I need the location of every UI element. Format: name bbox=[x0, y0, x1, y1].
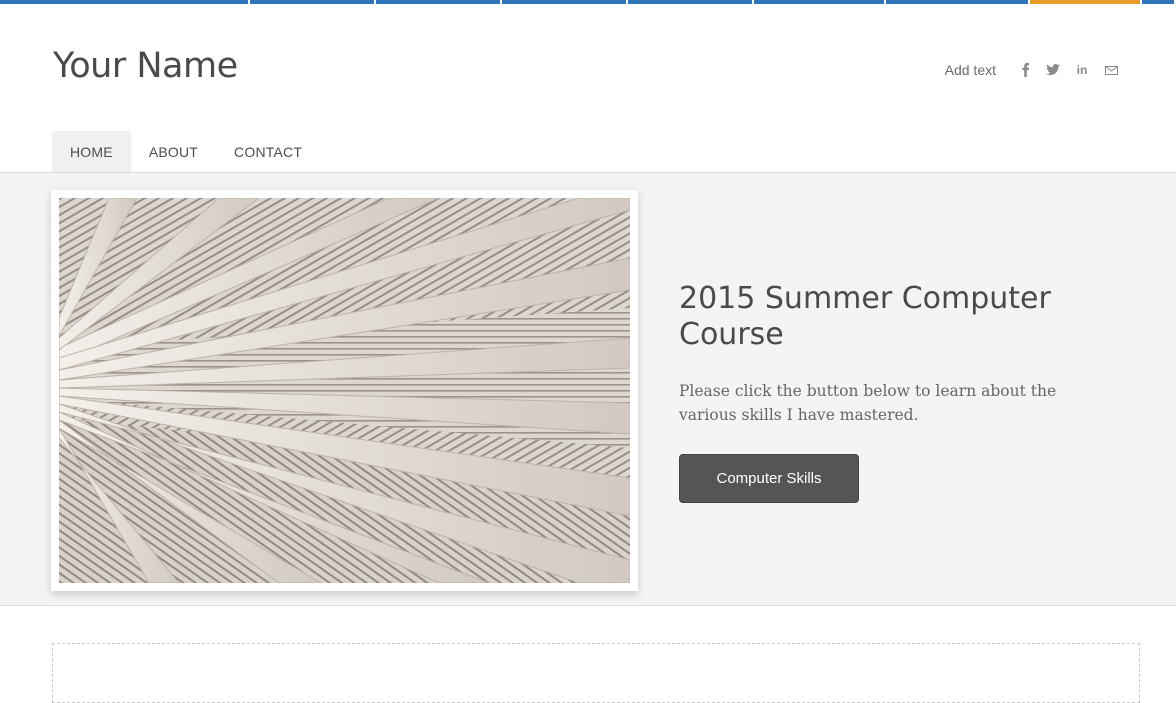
top-bar-segment bbox=[376, 0, 502, 4]
top-bar-segment bbox=[1142, 0, 1176, 4]
facebook-icon[interactable] bbox=[1018, 63, 1032, 77]
top-bar-segment bbox=[628, 0, 754, 4]
hero-image-frame bbox=[51, 190, 638, 591]
hero-image[interactable] bbox=[59, 198, 630, 583]
top-bar-segment bbox=[754, 0, 886, 4]
top-bar-segment bbox=[502, 0, 628, 4]
twitter-icon[interactable] bbox=[1046, 63, 1060, 77]
email-icon[interactable] bbox=[1104, 63, 1118, 77]
top-color-bar bbox=[0, 0, 1176, 8]
nav-item-home[interactable]: HOME bbox=[52, 131, 131, 173]
hero-heading: 2015 Summer Computer Course bbox=[679, 281, 1051, 352]
top-bar-segment bbox=[886, 0, 1030, 4]
top-bar-segment bbox=[250, 0, 376, 4]
nav-item-contact[interactable]: CONTACT bbox=[216, 131, 320, 173]
top-bar-segment bbox=[0, 0, 250, 4]
linkedin-icon[interactable]: in bbox=[1074, 63, 1090, 77]
site-title[interactable]: Your Name bbox=[53, 46, 238, 86]
main-nav: HOME ABOUT CONTACT bbox=[52, 131, 320, 173]
computer-skills-button[interactable]: Computer Skills bbox=[679, 454, 859, 503]
content-placeholder-box[interactable] bbox=[52, 643, 1140, 703]
hero-description: Please click the button below to learn a… bbox=[679, 382, 1057, 424]
hero-section: 2015 Summer Computer Course Please click… bbox=[0, 172, 1176, 606]
nav-item-about[interactable]: ABOUT bbox=[131, 131, 216, 173]
header-right: Add text in bbox=[945, 62, 1118, 78]
add-text-link[interactable]: Add text bbox=[945, 62, 996, 78]
top-bar-segment bbox=[1030, 0, 1142, 4]
